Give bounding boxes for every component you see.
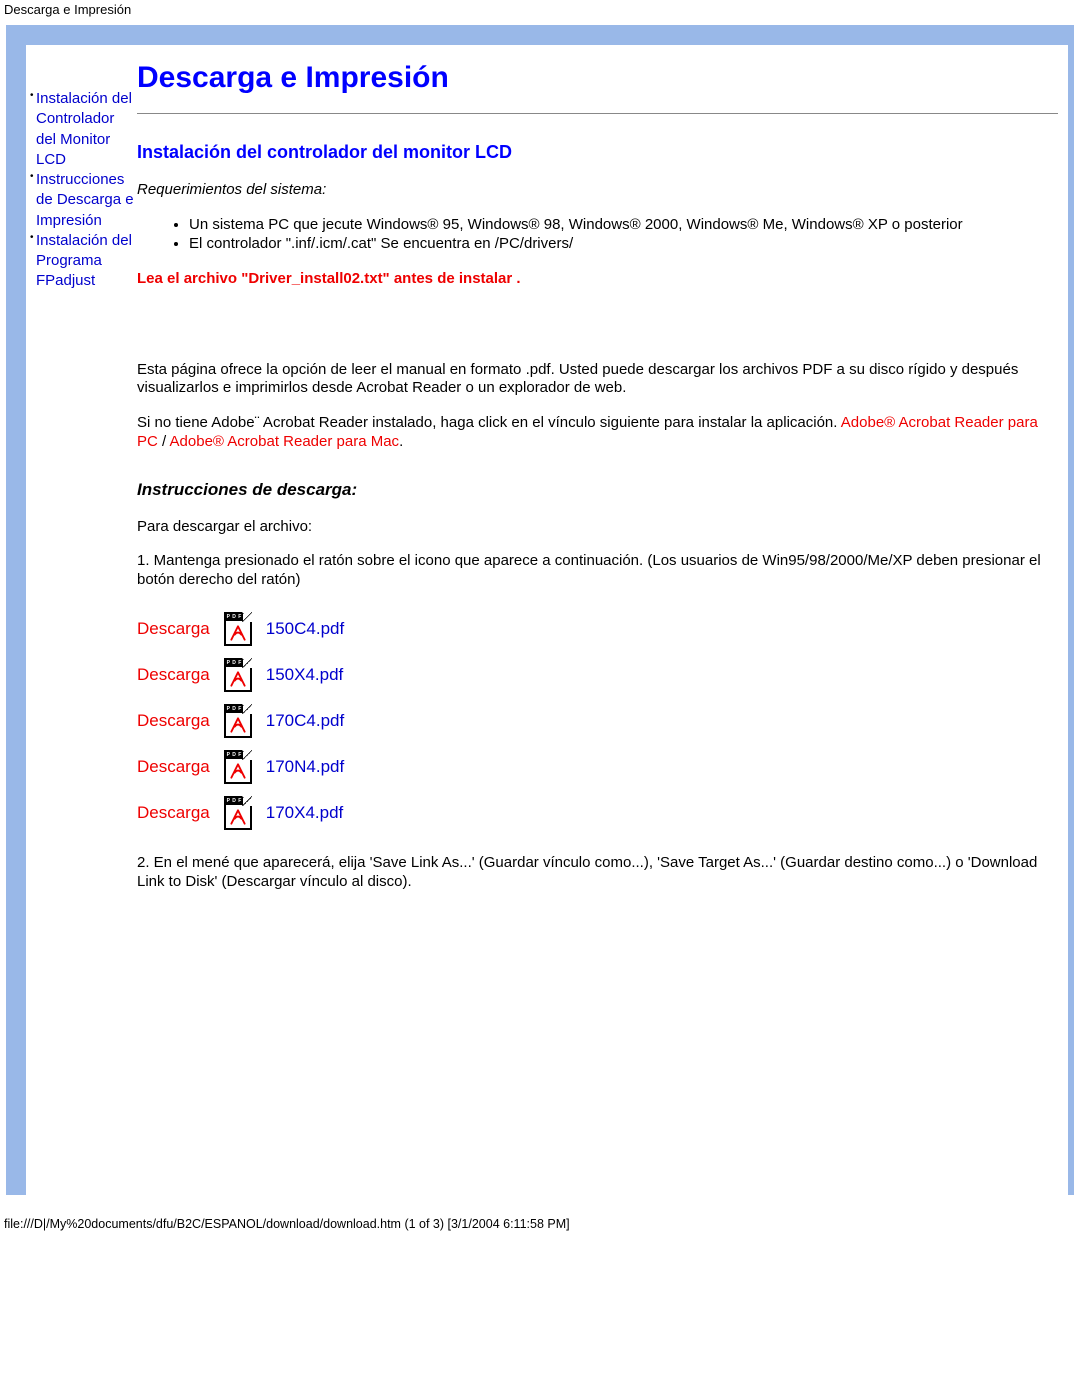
intro-paragraph: Esta página ofrece la opción de leer el … — [137, 361, 1058, 399]
window-header: Descarga e Impresión — [0, 0, 1080, 19]
download-label: Descarga — [137, 652, 224, 698]
download-link[interactable]: 150C4.pdf — [266, 619, 344, 638]
sidebar: • Instalación del Controlador del Monito… — [26, 45, 137, 292]
divider — [137, 113, 1058, 114]
adobe-mac-link[interactable]: Adobe® Acrobat Reader para Mac — [170, 433, 400, 450]
step-1: 1. Mantenga presionado el ratón sobre el… — [137, 552, 1058, 590]
page-title: Descarga e Impresión — [137, 61, 1058, 95]
sysreq-item: El controlador ".inf/.icm/.cat" Se encue… — [189, 235, 1058, 252]
pdf-icon[interactable]: P D F — [224, 612, 252, 646]
download-instructions-title: Instrucciones de descarga: — [137, 480, 1058, 500]
adobe-paragraph: Si no tiene Adobe¨ Acrobat Reader instal… — [137, 414, 1058, 452]
adobe-suffix: . — [399, 433, 403, 450]
step-2: 2. En el mené que aparecerá, elija 'Save… — [137, 854, 1058, 892]
section-title-install: Instalación del controlador del monitor … — [137, 142, 1058, 163]
download-link[interactable]: 170C4.pdf — [266, 711, 344, 730]
main-content: Descarga e Impresión Instalación del con… — [137, 45, 1068, 937]
pdf-icon[interactable]: P D F — [224, 796, 252, 830]
download-row: Descarga P D F 150X4.pdf — [137, 652, 358, 698]
sidebar-link-fpadjust[interactable]: Instalación del Programa FPadjust — [36, 231, 135, 292]
download-label: Descarga — [137, 744, 224, 790]
pdf-icon[interactable]: P D F — [224, 658, 252, 692]
adobe-prefix-text: Si no tiene Adobe¨ Acrobat Reader instal… — [137, 414, 841, 431]
content-frame: • Instalación del Controlador del Monito… — [6, 25, 1074, 1195]
install-warning: Lea el archivo "Driver_install02.txt" an… — [137, 270, 1058, 289]
download-table: Descarga P D F 150C4.pdf Descarga P D F — [137, 606, 358, 836]
download-link[interactable]: 170X4.pdf — [266, 803, 344, 822]
download-row: Descarga P D F 170X4.pdf — [137, 790, 358, 836]
sysreq-list: Un sistema PC que jecute Windows® 95, Wi… — [137, 216, 1058, 252]
adobe-separator: / — [158, 433, 170, 450]
download-intro: Para descargar el archivo: — [137, 518, 1058, 537]
download-label: Descarga — [137, 698, 224, 744]
sysreq-label: Requerimientos del sistema: — [137, 181, 1058, 200]
download-row: Descarga P D F 170C4.pdf — [137, 698, 358, 744]
download-link[interactable]: 150X4.pdf — [266, 665, 344, 684]
download-row: Descarga P D F 150C4.pdf — [137, 606, 358, 652]
download-link[interactable]: 170N4.pdf — [266, 757, 344, 776]
sysreq-item: Un sistema PC que jecute Windows® 95, Wi… — [189, 216, 1058, 233]
download-label: Descarga — [137, 790, 224, 836]
pdf-icon[interactable]: P D F — [224, 704, 252, 738]
download-label: Descarga — [137, 606, 224, 652]
sidebar-link-download-instructions[interactable]: Instrucciones de Descarga e Impresión — [36, 170, 135, 231]
pdf-icon[interactable]: P D F — [224, 750, 252, 784]
sidebar-link-install-driver[interactable]: Instalación del Controlador del Monitor … — [36, 89, 135, 170]
download-row: Descarga P D F 170N4.pdf — [137, 744, 358, 790]
footer-file-path: file:///D|/My%20documents/dfu/B2C/ESPANO… — [0, 1201, 1080, 1237]
